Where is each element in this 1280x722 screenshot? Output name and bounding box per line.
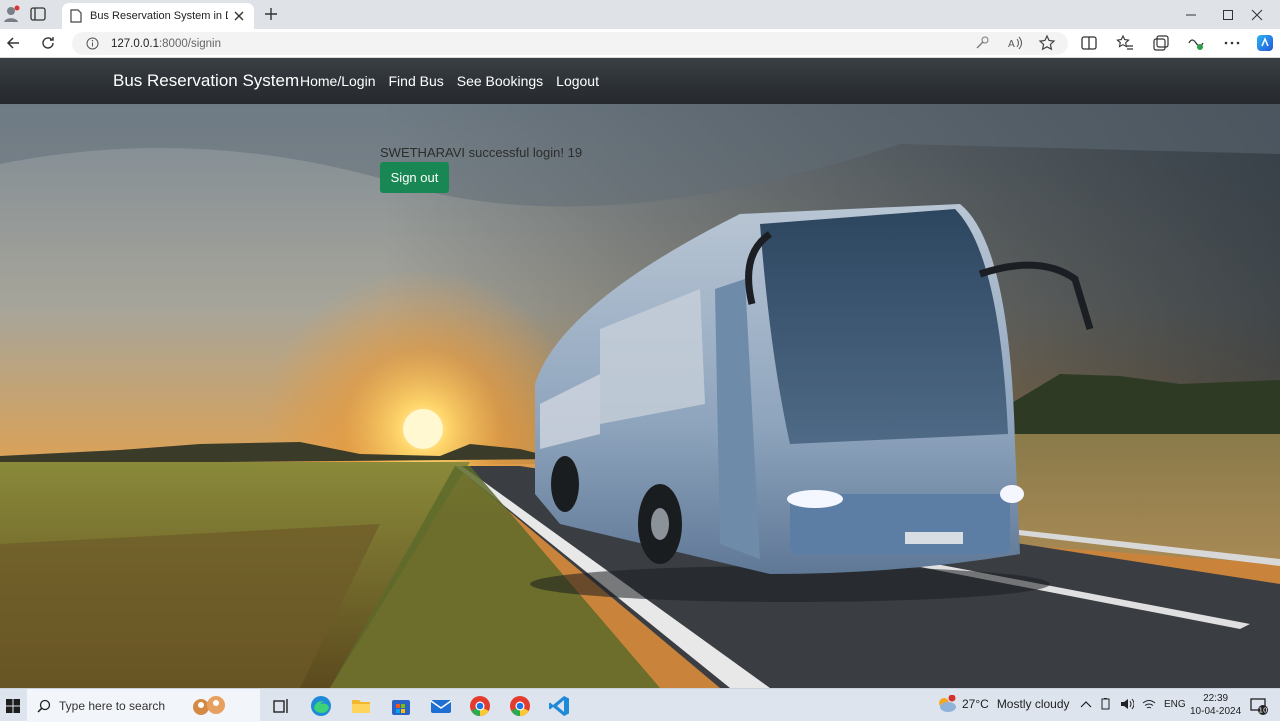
maximize-icon — [1223, 9, 1233, 20]
search-highlight-icon — [193, 695, 226, 715]
page-icon — [70, 9, 82, 23]
weather-temperature: 27°C — [962, 697, 989, 711]
system-clock[interactable]: 22:39 10-04-2024 — [1190, 692, 1241, 718]
key-icon[interactable] — [973, 34, 991, 52]
mail-icon[interactable] — [430, 695, 452, 717]
copilot-icon[interactable] — [1256, 34, 1274, 52]
task-view-icon[interactable] — [270, 695, 292, 717]
system-tray: ENG — [1080, 698, 1186, 710]
start-button[interactable] — [0, 689, 26, 722]
chrome-profile-icon[interactable] — [509, 695, 531, 717]
windows-taskbar: Type here to search 27°C Mostly cloudy E… — [0, 688, 1280, 722]
favorite-star-icon[interactable] — [1038, 34, 1056, 52]
windows-logo-icon — [6, 698, 20, 713]
collections-icon[interactable] — [1152, 34, 1170, 52]
hero-background-image — [0, 104, 1280, 688]
active-tab[interactable]: Bus Reservation System in Djang — [62, 3, 254, 29]
minimize-icon — [1186, 14, 1196, 15]
notification-count: 10 — [1259, 707, 1268, 715]
volume-icon[interactable] — [1120, 698, 1134, 710]
chevron-up-icon[interactable] — [1080, 699, 1092, 709]
nav-home-login[interactable]: Home/Login — [300, 73, 376, 89]
site-info-icon[interactable] — [86, 37, 99, 50]
weather-condition: Mostly cloudy — [996, 697, 1070, 711]
profile-avatar-icon[interactable] — [2, 5, 20, 23]
clock-date: 10-04-2024 — [1190, 706, 1242, 717]
browser-tabstrip: Bus Reservation System in Djang — [0, 0, 1280, 29]
address-toolbar: 127.0.0.1:8000/signin A — [0, 29, 1280, 58]
address-bar[interactable]: 127.0.0.1:8000/signin — [72, 32, 1068, 55]
notification-center-icon[interactable]: 10 — [1250, 697, 1268, 715]
more-options-icon[interactable] — [1223, 34, 1241, 52]
weather-cloudy-icon — [939, 695, 956, 712]
file-explorer-icon[interactable] — [350, 695, 372, 717]
split-screen-icon[interactable] — [1080, 34, 1098, 52]
url-path: :8000/signin — [158, 37, 221, 50]
search-icon — [37, 699, 51, 713]
url-text: 127.0.0.1:8000/signin — [111, 38, 221, 50]
weather-widget[interactable]: 27°C Mostly cloudy — [936, 695, 1070, 712]
microsoft-store-icon[interactable] — [390, 695, 412, 717]
vscode-icon[interactable] — [548, 695, 570, 717]
close-window-button[interactable] — [1234, 0, 1280, 29]
web-page: Bus Reservation System Home/Login Find B… — [0, 58, 1280, 688]
tab-title: Bus Reservation System in Djang — [90, 10, 228, 22]
back-icon[interactable] — [4, 34, 22, 52]
nav-see-bookings[interactable]: See Bookings — [457, 73, 543, 89]
refresh-icon[interactable] — [39, 34, 57, 52]
edge-browser-icon[interactable] — [310, 695, 332, 717]
sign-out-button[interactable]: Sign out — [380, 162, 449, 193]
taskbar-search-box[interactable]: Type here to search — [27, 689, 260, 722]
favorites-icon[interactable] — [1116, 34, 1134, 52]
wifi-icon[interactable] — [1142, 698, 1156, 710]
new-tab-icon[interactable] — [263, 6, 279, 22]
close-icon — [1251, 9, 1263, 20]
bus-on-road-illustration — [0, 104, 1280, 688]
nav-find-bus[interactable]: Find Bus — [389, 73, 444, 89]
login-success-message: SWETHARAVI successful login! 19 — [380, 145, 583, 160]
input-language[interactable]: ENG — [1164, 699, 1186, 710]
svg-text:A: A — [1008, 39, 1015, 50]
clock-time: 22:39 — [1203, 693, 1229, 704]
browser-essentials-icon[interactable] — [1187, 34, 1205, 52]
site-navbar: Bus Reservation System Home/Login Find B… — [0, 58, 1280, 104]
battery-icon[interactable] — [1100, 698, 1112, 710]
nav-logout[interactable]: Logout — [556, 73, 599, 89]
chrome-icon[interactable] — [469, 695, 491, 717]
nav-links: Home/Login Find Bus See Bookings Logout — [300, 73, 599, 89]
site-brand[interactable]: Bus Reservation System — [113, 71, 299, 91]
search-placeholder: Type here to search — [59, 698, 166, 713]
read-aloud-icon[interactable]: A — [1006, 34, 1024, 52]
tab-actions-icon[interactable] — [30, 7, 46, 21]
tab-close-icon[interactable] — [232, 9, 246, 23]
url-host: 127.0.0.1 — [111, 37, 159, 50]
